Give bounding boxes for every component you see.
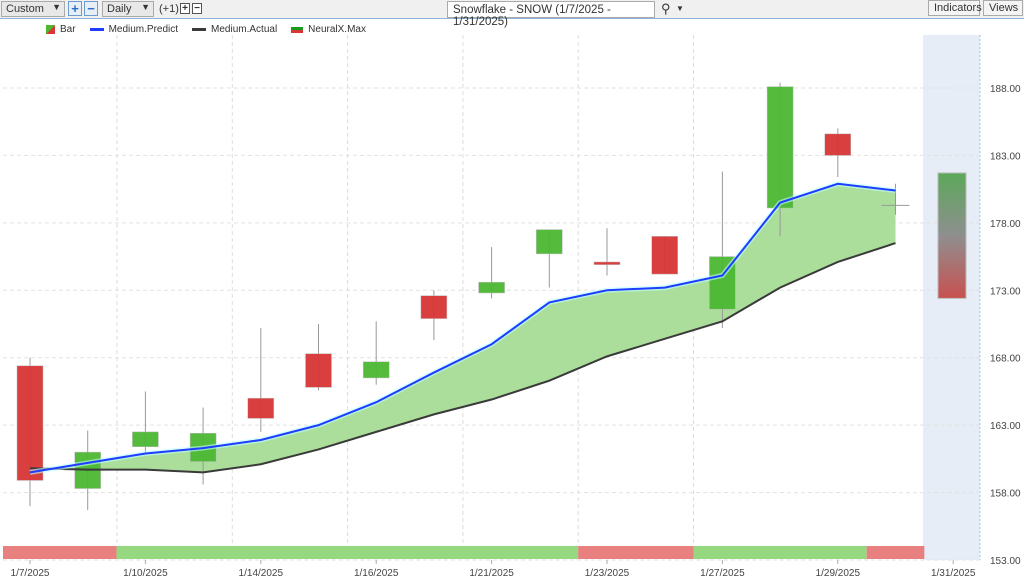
neuralx-signal-segment xyxy=(116,546,579,559)
chevron-down-icon: ▼ xyxy=(52,2,61,12)
neuralx-signal-segment xyxy=(578,546,694,559)
candle xyxy=(651,236,678,275)
zoom-in-button[interactable]: + xyxy=(68,1,82,16)
forecast-range-box xyxy=(937,172,967,299)
candle-body xyxy=(247,397,275,419)
candle-body xyxy=(536,229,563,255)
x-tick-label: 1/29/2025 xyxy=(816,568,861,579)
candlestick-chart[interactable]: 188.00 183.00 178.00 173.00 168.00 163.00 158.… xyxy=(0,19,1024,582)
candle-body xyxy=(16,365,44,481)
views-label: Views xyxy=(989,2,1019,14)
candle xyxy=(305,324,332,391)
offset-minus-button[interactable]: − xyxy=(192,3,202,14)
interval-value: Daily xyxy=(107,3,132,15)
views-button[interactable]: Views xyxy=(983,0,1023,16)
y-tick-label: 163.00 xyxy=(990,421,1021,432)
candle-body xyxy=(824,133,852,156)
neuralx-signal-segment xyxy=(866,546,925,559)
x-tick-label: 1/27/2025 xyxy=(700,568,745,579)
neuralx-signal-segment xyxy=(693,546,867,559)
x-tick-label: 1/14/2025 xyxy=(239,568,284,579)
neuralx-signal-segment xyxy=(3,546,117,559)
candle xyxy=(132,391,159,455)
range-value: Custom xyxy=(6,3,44,15)
y-tick-label: 153.00 xyxy=(990,556,1021,567)
x-tick-label: 1/16/2025 xyxy=(354,568,399,579)
candle xyxy=(824,128,852,178)
x-tick-label: 1/10/2025 xyxy=(123,568,168,579)
candle xyxy=(362,321,390,385)
candle-body xyxy=(362,361,390,379)
candle xyxy=(16,357,44,507)
candle-body xyxy=(132,431,159,447)
chart-title-field[interactable]: Snowflake - SNOW (1/7/2025 - 1/31/2025) xyxy=(447,1,655,28)
x-tick-label: 1/21/2025 xyxy=(469,568,514,579)
candle xyxy=(593,228,621,276)
candle-body xyxy=(420,295,448,319)
candle-body xyxy=(305,353,332,388)
y-tick-label: 168.00 xyxy=(990,354,1021,365)
chevron-down-icon: ▼ xyxy=(141,2,150,12)
y-tick-label: 158.00 xyxy=(990,489,1021,500)
toolbar: Custom ▼ + − Daily ▼ (+1) + − Snowflake - … xyxy=(0,0,1024,28)
offset-plus-button[interactable]: + xyxy=(180,3,190,14)
candle xyxy=(536,229,563,288)
candle-body xyxy=(478,281,505,294)
y-tick-label: 178.00 xyxy=(990,219,1021,230)
candle xyxy=(420,290,448,341)
range-select[interactable]: Custom ▼ xyxy=(1,1,65,17)
candle xyxy=(478,247,505,299)
chevron-down-icon[interactable]: ▼ xyxy=(676,4,684,13)
candle xyxy=(709,171,736,329)
x-tick-label: 1/31/2025 xyxy=(931,568,976,579)
y-tick-label: 173.00 xyxy=(990,286,1021,297)
y-tick-label: 183.00 xyxy=(990,151,1021,162)
indicators-label: Indicators xyxy=(934,2,982,14)
candle-body xyxy=(651,236,678,275)
y-tick-label: 188.00 xyxy=(990,84,1021,95)
zoom-out-button[interactable]: − xyxy=(84,1,98,16)
offset-label: (+1) xyxy=(159,3,179,15)
interval-select[interactable]: Daily ▼ xyxy=(102,1,154,17)
indicators-button[interactable]: Indicators xyxy=(928,0,982,16)
x-tick-label: 1/7/2025 xyxy=(11,568,50,579)
x-tick-label: 1/23/2025 xyxy=(585,568,630,579)
candle-body xyxy=(766,86,794,209)
search-icon[interactable]: ⚲ xyxy=(661,1,671,17)
candle xyxy=(247,328,275,432)
candle-body xyxy=(593,261,621,265)
